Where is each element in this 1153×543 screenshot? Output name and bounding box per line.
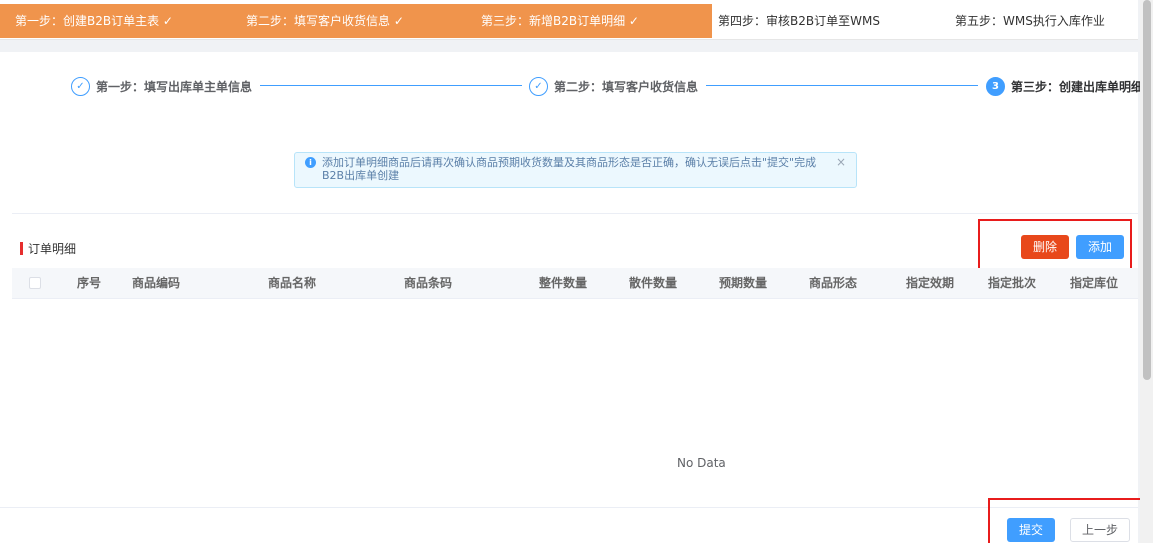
step-number-icon: 3: [986, 76, 1005, 96]
col-header: 商品编码: [132, 276, 181, 290]
col-header: 整件数量: [539, 276, 588, 290]
section-marker: [20, 241, 23, 255]
progress-step-label: 第一步：填写出库单主单信息: [96, 79, 253, 94]
col-header: 商品名称: [268, 276, 317, 290]
add-button[interactable]: 添加: [1076, 235, 1124, 259]
info-icon: i: [305, 157, 316, 168]
divider: [12, 213, 1138, 214]
col-header: 指定库位: [1070, 276, 1119, 290]
col-header: 商品形态: [809, 276, 858, 290]
banner-step-4[interactable]: 第四步：审核B2B订单至WMS: [718, 4, 880, 38]
info-alert: i 添加订单明细商品后请再次确认商品预期收货数量及其商品形态是否正确，确认无误后…: [294, 152, 857, 188]
select-all-checkbox[interactable]: [29, 277, 41, 289]
table-header: 序号 商品编码 商品名称 商品条码 整件数量 散件数量 预期数量 商品形态 指定…: [12, 268, 1138, 299]
col-header: 指定效期: [906, 276, 955, 290]
alert-text: 添加订单明细商品后请再次确认商品预期收货数量及其商品形态是否正确，确认无误后点击…: [322, 156, 817, 182]
wizard-banner: 第一步：创建B2B订单主表 ✓ 第二步：填写客户收货信息 ✓ 第三步：新增B2B…: [0, 0, 1138, 40]
banner-step-2[interactable]: 第二步：填写客户收货信息 ✓: [246, 4, 404, 38]
check-icon: ✓: [71, 76, 90, 96]
banner-step-5[interactable]: 第五步：WMS执行入库作业: [955, 4, 1105, 38]
submit-button[interactable]: 提交: [1007, 518, 1055, 542]
scrollbar-thumb[interactable]: [1143, 0, 1151, 380]
check-icon: ✓: [529, 76, 548, 96]
banner-step-1[interactable]: 第一步：创建B2B订单主表 ✓: [15, 4, 173, 38]
progress-connector: [260, 85, 522, 86]
progress-connector: [706, 85, 978, 86]
previous-step-button[interactable]: 上一步: [1070, 518, 1130, 542]
page-scrollbar[interactable]: [1140, 0, 1153, 543]
section-title-text: 订单明细: [28, 241, 77, 256]
delete-button[interactable]: 删除: [1021, 235, 1069, 259]
progress-step-label: 第三步：创建出库单明细信: [1011, 79, 1153, 94]
progress-step-label: 第二步：填写客户收货信息: [554, 79, 699, 94]
progress-step-3: 3 第三步：创建出库单明细信: [986, 76, 1153, 96]
col-header: 指定批次: [988, 276, 1037, 290]
progress-step-2: ✓ 第二步：填写客户收货信息: [529, 76, 698, 96]
empty-text: No Data: [677, 456, 726, 470]
col-header: 预期数量: [719, 276, 768, 290]
col-header: 序号: [77, 276, 102, 290]
close-icon[interactable]: ×: [836, 155, 846, 169]
progress-step-1: ✓ 第一步：填写出库单主单信息: [71, 76, 252, 96]
col-header: 散件数量: [629, 276, 678, 290]
banner-step-3[interactable]: 第三步：新增B2B订单明细 ✓: [481, 4, 639, 38]
col-header: 商品条码: [404, 276, 453, 290]
main-card: ✓ 第一步：填写出库单主单信息 ✓ 第二步：填写客户收货信息 3 第三步：创建出…: [0, 52, 1153, 543]
section-title: 订单明细: [20, 241, 77, 256]
divider: [0, 507, 1138, 508]
